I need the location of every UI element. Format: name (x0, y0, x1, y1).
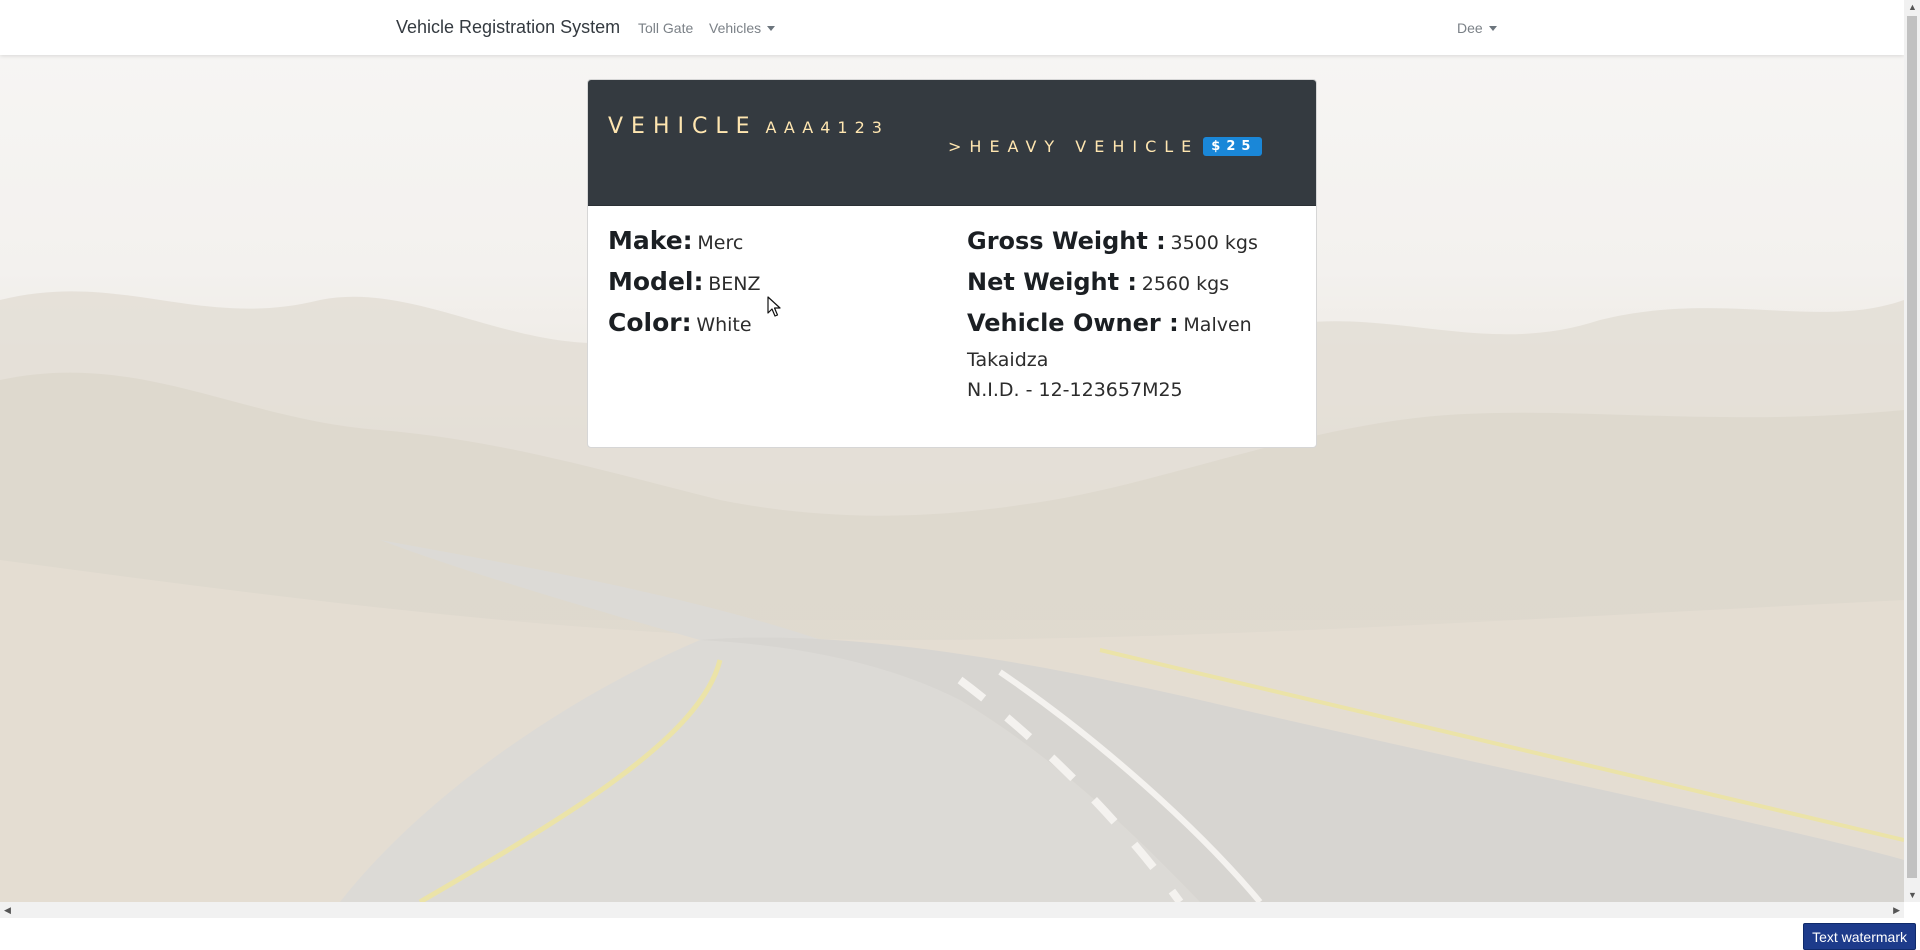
right-details-column: Gross Weight : 3500 kgs Net Weight : 256… (967, 222, 1258, 405)
color-label: Color: (608, 308, 692, 337)
model-value: BENZ (708, 273, 761, 295)
mouse-cursor-icon (767, 296, 781, 323)
chevron-down-icon (1488, 26, 1497, 31)
owner-last-name: Takaidza (967, 349, 1049, 371)
scroll-left-icon[interactable]: ◀ (4, 905, 11, 916)
scroll-right-icon[interactable]: ▶ (1893, 905, 1900, 916)
left-details-column: Make: Merc Model: BENZ Color: White (608, 222, 761, 345)
brand-link[interactable]: Vehicle Registration System (396, 17, 620, 38)
make-row: Make: Merc (608, 222, 761, 263)
model-row: Model: BENZ (608, 263, 761, 304)
vehicle-class: >HEAVY VEHICLE $25 (948, 137, 1263, 156)
vertical-scroll-thumb[interactable] (1907, 16, 1917, 878)
net-weight-value: 2560 kgs (1141, 273, 1230, 295)
chevron-down-icon (767, 26, 776, 31)
gross-weight-value: 3500 kgs (1170, 232, 1258, 254)
color-value: White (696, 314, 752, 336)
horizontal-scrollbar[interactable]: ◀ ▶ (0, 902, 1904, 918)
scroll-up-icon[interactable]: ▲ (1908, 2, 1917, 12)
nav-link-label: Toll Gate (638, 20, 694, 36)
gross-weight-label: Gross Weight : (967, 227, 1166, 255)
model-label: Model: (608, 267, 704, 296)
make-label: Make: (608, 226, 693, 255)
vehicle-class-label: >HEAVY VEHICLE (948, 137, 1200, 156)
vertical-scrollbar[interactable]: ▲ ▼ (1904, 0, 1920, 902)
owner-first-name: Malven (1183, 314, 1252, 336)
vehicle-title-word: VEHICLE (608, 114, 758, 139)
make-value: Merc (697, 232, 744, 254)
color-row: Color: White (608, 304, 761, 345)
nav-link-toll-gate[interactable]: Toll Gate (638, 20, 693, 36)
vehicle-details-card: VEHICLE AAA4123 >HEAVY VEHICLE $25 Make: … (587, 79, 1317, 448)
user-menu-label: Dee (1457, 20, 1483, 36)
net-weight-row: Net Weight : 2560 kgs (967, 263, 1258, 304)
owner-row: Vehicle Owner : Malven (967, 304, 1258, 345)
net-weight-label: Net Weight : (967, 268, 1138, 296)
plate-number: AAA4123 (765, 118, 889, 137)
text-watermark: Text watermark (1803, 923, 1916, 950)
gross-weight-row: Gross Weight : 3500 kgs (967, 222, 1258, 263)
card-header: VEHICLE AAA4123 >HEAVY VEHICLE $25 (588, 80, 1316, 206)
nav-dropdown-label: Vehicles (709, 20, 762, 36)
top-navbar: Vehicle Registration System Toll Gate Ve… (0, 0, 1904, 55)
owner-label: Vehicle Owner : (967, 309, 1179, 337)
vehicle-title: VEHICLE AAA4123 (608, 114, 889, 139)
fee-badge: $25 (1203, 137, 1263, 156)
nav-dropdown-vehicles[interactable]: Vehicles (709, 20, 776, 36)
user-menu-dropdown[interactable]: Dee (1457, 20, 1497, 36)
owner-nid: N.I.D. - 12-123657M25 (967, 379, 1183, 401)
scroll-down-icon[interactable]: ▼ (1908, 890, 1917, 900)
